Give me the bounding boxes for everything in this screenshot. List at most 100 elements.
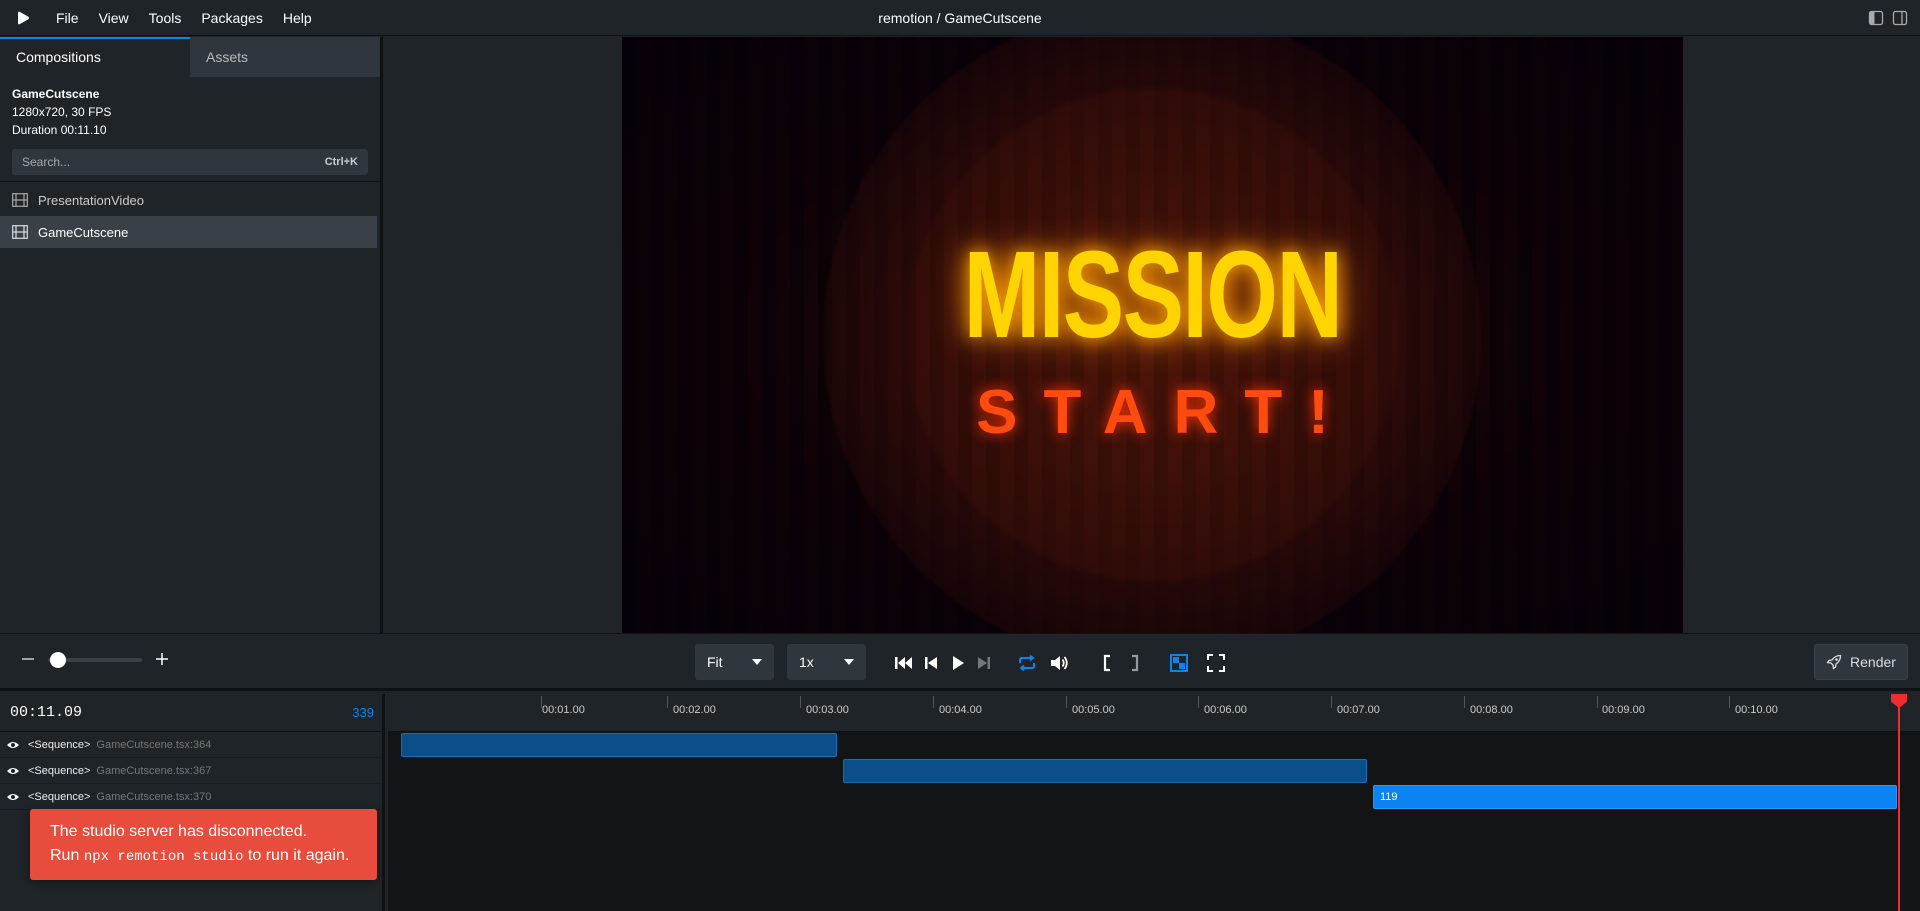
ruler-label: 00:03.00 [806, 704, 849, 716]
checkerboard-icon [1170, 654, 1188, 672]
current-time[interactable]: 00:11.09 [10, 704, 82, 721]
sidebar-tabs: Compositions Assets [0, 37, 380, 77]
ruler-label: 00:05.00 [1072, 704, 1115, 716]
composition-item-gamecutscene[interactable]: GameCutscene [0, 216, 377, 248]
mark-in-button[interactable] [1096, 652, 1118, 674]
step-back-icon [925, 657, 937, 669]
eye-icon[interactable] [6, 792, 20, 802]
track-source[interactable]: GameCutscene.tsx:370 [96, 791, 211, 803]
eye-icon[interactable] [6, 766, 20, 776]
preview-area: MISSION START! [386, 37, 1920, 633]
timeline-canvas[interactable]: 00:01.00 00:02.00 00:03.00 00:04.00 00:0… [388, 694, 1920, 911]
composition-info: GameCutscene 1280x720, 30 FPS Duration 0… [0, 77, 380, 147]
playhead[interactable] [1898, 694, 1900, 911]
video-canvas[interactable]: MISSION START! [622, 37, 1683, 633]
toggle-left-panel-icon[interactable] [1868, 10, 1884, 26]
track-row[interactable]: <Sequence> GameCutscene.tsx:364 [0, 732, 382, 758]
ruler-label: 00:07.00 [1337, 704, 1380, 716]
play-icon [953, 656, 964, 670]
sequence-bar[interactable]: 119 [1373, 785, 1897, 809]
ruler-label: 00:09.00 [1602, 704, 1645, 716]
ruler-tick [1198, 696, 1199, 708]
sequence-bar[interactable] [843, 759, 1367, 783]
search-shortcut: Ctrl+K [324, 156, 358, 168]
menu-bar: File View Tools Packages Help remotion /… [0, 0, 1920, 36]
menu-view[interactable]: View [89, 0, 139, 36]
size-select[interactable]: Fit [695, 644, 774, 680]
loop-icon [1019, 654, 1035, 672]
step-forward-icon [978, 657, 990, 669]
toast-message: The studio server has disconnected. [50, 823, 308, 840]
bracket-left-icon [1103, 654, 1110, 672]
speed-select[interactable]: 1x [787, 644, 866, 680]
composition-item-label: PresentationVideo [38, 192, 145, 208]
tab-assets[interactable]: Assets [190, 37, 380, 77]
composition-list: PresentationVideo GameCutscene [0, 181, 380, 248]
timeline-zoom [20, 652, 170, 668]
composition-item-label: GameCutscene [38, 224, 129, 240]
menu-tools[interactable]: Tools [139, 0, 192, 36]
fullscreen-button[interactable] [1205, 652, 1227, 674]
timeline-header: 00:11.09 339 [0, 694, 382, 732]
track-name: <Sequence> [28, 790, 91, 803]
jump-to-start-button[interactable] [893, 652, 915, 674]
tab-compositions[interactable]: Compositions [0, 37, 190, 77]
search-placeholder: Search... [22, 155, 71, 169]
chevron-down-icon [752, 659, 762, 665]
checkerboard-toggle[interactable] [1168, 652, 1190, 674]
toast-instruction-suffix: to run it again. [247, 847, 350, 864]
track-row[interactable]: <Sequence> GameCutscene.tsx:367 [0, 758, 382, 784]
playback-controls: Fit 1x Render [0, 633, 1920, 691]
subline-text: START! [976, 378, 1355, 447]
ruler-tick [1331, 696, 1332, 708]
menu-packages[interactable]: Packages [191, 0, 272, 36]
menu-help[interactable]: Help [273, 0, 322, 36]
ruler-label: 00:08.00 [1470, 704, 1513, 716]
toast-instruction-prefix: Run [50, 847, 80, 864]
ruler-label: 00:02.00 [673, 704, 716, 716]
mute-toggle[interactable] [1048, 652, 1070, 674]
ruler-label: 00:01.00 [542, 704, 585, 716]
speed-select-value: 1x [799, 654, 814, 670]
ruler-label: 00:04.00 [939, 704, 982, 716]
ruler-tick [667, 696, 668, 708]
render-button-label: Render [1850, 654, 1896, 670]
ruler-tick [1066, 696, 1067, 708]
plus-icon [156, 653, 168, 665]
minus-icon [22, 658, 34, 660]
ruler-tick [1729, 696, 1730, 708]
play-button[interactable] [947, 652, 969, 674]
remotion-logo-icon[interactable] [16, 10, 32, 26]
sequence-bar[interactable] [401, 733, 837, 757]
zoom-slider-handle[interactable] [50, 652, 66, 668]
current-frame[interactable]: 339 [352, 705, 374, 720]
composition-duration: Duration 00:11.10 [12, 123, 107, 137]
menu-file[interactable]: File [46, 0, 89, 36]
ruler-tick [800, 696, 801, 708]
track-row[interactable]: <Sequence> GameCutscene.tsx:370 [0, 784, 382, 810]
search-input[interactable]: Search... Ctrl+K [12, 149, 368, 175]
composition-name: GameCutscene [12, 87, 100, 101]
rocket-icon [1826, 654, 1842, 670]
previous-frame-button[interactable] [920, 652, 942, 674]
zoom-slider[interactable] [48, 652, 142, 668]
track-name: <Sequence> [28, 764, 91, 777]
mark-out-button[interactable] [1124, 652, 1146, 674]
track-source[interactable]: GameCutscene.tsx:367 [96, 765, 211, 777]
next-frame-button[interactable] [973, 652, 995, 674]
headline-text: MISSION [963, 225, 1343, 365]
film-icon [12, 193, 28, 207]
toast-command: npx remotion studio [83, 849, 244, 865]
zoom-out-button[interactable] [20, 652, 36, 668]
loop-toggle[interactable] [1016, 652, 1038, 674]
composition-item-presentationvideo[interactable]: PresentationVideo [0, 184, 377, 216]
track-source[interactable]: GameCutscene.tsx:364 [96, 739, 211, 751]
zoom-in-button[interactable] [154, 652, 170, 668]
toggle-right-panel-icon[interactable] [1892, 10, 1908, 26]
sidebar: Compositions Assets GameCutscene 1280x72… [0, 37, 383, 633]
timeline-ruler[interactable]: 00:01.00 00:02.00 00:03.00 00:04.00 00:0… [388, 694, 1920, 732]
composition-resolution: 1280x720, 30 FPS [12, 105, 112, 119]
ruler-label: 00:06.00 [1204, 704, 1247, 716]
eye-icon[interactable] [6, 740, 20, 750]
render-button[interactable]: Render [1814, 644, 1908, 680]
